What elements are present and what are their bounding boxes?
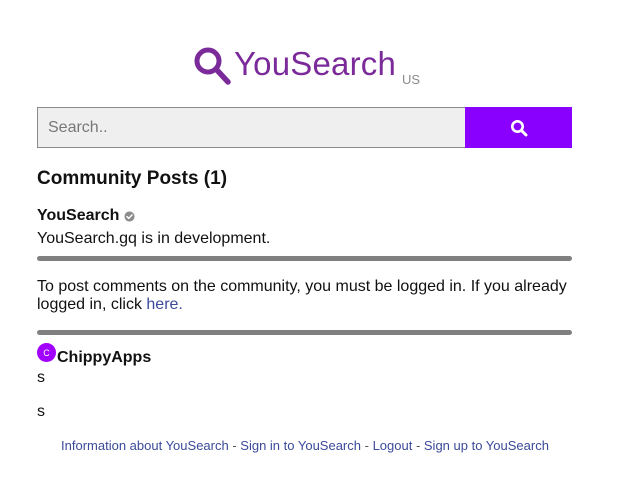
footer-link-info[interactable]: Information about YouSearch: [61, 438, 229, 453]
footer-link-sign-up[interactable]: Sign up to YouSearch: [424, 438, 549, 453]
login-note-text: To post comments on the community, you m…: [37, 278, 567, 313]
comment-header: C ChippyApps: [37, 343, 152, 367]
search-icon: [510, 119, 527, 136]
login-here-link[interactable]: here.: [146, 296, 182, 313]
footer-separator: -: [361, 438, 373, 453]
search-input[interactable]: [37, 107, 465, 148]
post-body: YouSearch.gq is in development.: [37, 230, 271, 247]
search-button[interactable]: [465, 107, 572, 148]
region-label: US: [402, 72, 421, 87]
footer: Information about YouSearch - Sign in to…: [0, 438, 610, 453]
login-note: To post comments on the community, you m…: [37, 278, 577, 314]
search-bar: [37, 107, 572, 148]
post-author-name: YouSearch: [37, 207, 120, 224]
comment-line: s: [37, 369, 45, 386]
post-author: YouSearch: [37, 207, 135, 225]
footer-separator: -: [228, 438, 241, 453]
avatar: C: [37, 343, 56, 362]
verified-icon: [124, 210, 135, 222]
logo: YouSearch US: [192, 44, 420, 87]
brand-name: YouSearch: [234, 45, 397, 82]
comment-author: ChippyApps: [57, 349, 152, 366]
community-posts-title: Community Posts (1): [37, 168, 228, 189]
comment-line: s: [37, 403, 45, 420]
divider: [37, 256, 572, 261]
magnifier-logo-icon: [194, 47, 231, 85]
divider: [37, 330, 572, 335]
footer-link-logout[interactable]: Logout: [373, 438, 413, 453]
footer-separator: -: [412, 438, 424, 453]
footer-link-sign-in[interactable]: Sign in to YouSearch: [240, 438, 361, 453]
